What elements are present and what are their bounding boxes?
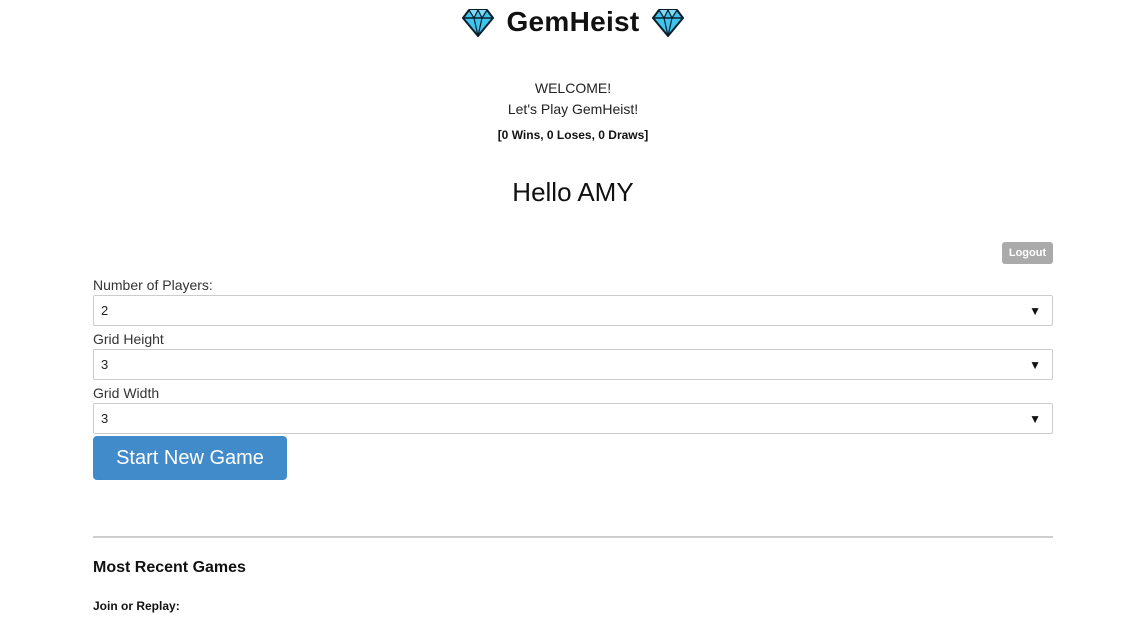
logout-button[interactable]: Logout: [1002, 242, 1053, 264]
players-label: Number of Players:: [93, 277, 213, 293]
new-game-form: Number of Players: 2 ▼ Grid Height 3 ▼ G…: [93, 276, 1053, 438]
grid-width-select-value: 3: [101, 411, 109, 426]
grid-height-select[interactable]: 3 ▼: [93, 349, 1053, 380]
grid-width-label: Grid Width: [93, 385, 160, 401]
section-divider: [93, 536, 1053, 538]
app-header: GemHeist: [0, 6, 1123, 38]
join-or-replay-label: Join or Replay:: [93, 599, 180, 613]
chevron-down-icon: ▼: [1029, 412, 1041, 426]
app-title: GemHeist: [506, 6, 640, 37]
welcome-subline: Let's Play GemHeist!: [507, 101, 639, 117]
greeting-heading: Hello AMY: [512, 177, 634, 207]
players-select-value: 2: [101, 303, 109, 318]
gem-icon: [462, 8, 495, 37]
grid-height-label: Grid Height: [93, 331, 164, 347]
welcome-message: WELCOME! Let's Play GemHeist!: [0, 78, 1123, 120]
players-select[interactable]: 2 ▼: [93, 295, 1053, 326]
win-loss-record: [0 Wins, 0 Loses, 0 Draws]: [497, 128, 649, 142]
welcome-line: WELCOME!: [534, 80, 612, 96]
page: GemHeist WELCOME! Let's Play GemHeist! […: [0, 0, 1123, 627]
recent-games-heading: Most Recent Games: [93, 559, 246, 576]
grid-width-select[interactable]: 3 ▼: [93, 403, 1053, 434]
grid-height-select-value: 3: [101, 357, 109, 372]
start-new-game-button[interactable]: Start New Game: [93, 436, 287, 480]
chevron-down-icon: ▼: [1029, 358, 1041, 372]
gem-icon: [651, 8, 684, 37]
chevron-down-icon: ▼: [1029, 304, 1041, 318]
